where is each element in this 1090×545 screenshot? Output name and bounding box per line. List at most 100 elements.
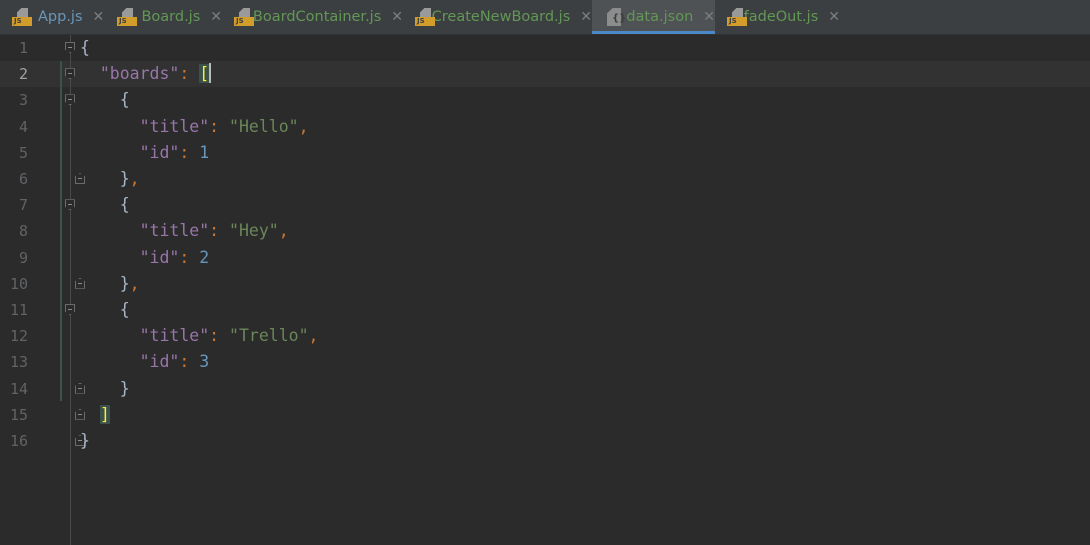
code-line[interactable]: 5 "id": 1 xyxy=(0,140,1090,166)
code-token: , xyxy=(129,273,140,293)
line-number: 11 xyxy=(9,301,28,319)
tab-board-js[interactable]: JS Board.js ✕ xyxy=(105,0,222,34)
code-text: }, xyxy=(80,271,140,297)
code-token: : xyxy=(209,221,230,241)
code-token: 1 xyxy=(199,142,210,162)
code-line[interactable]: 13 "id": 3 xyxy=(0,349,1090,375)
code-text: } xyxy=(80,428,90,454)
tab-boardcontainer-js[interactable]: JS BoardContainer.js ✕ xyxy=(222,0,403,34)
code-editor[interactable]: 1{2 "boards": [3 {4 "title": "Hello", 5 "… xyxy=(0,35,1090,545)
line-number: 7 xyxy=(18,196,28,215)
code-token: : xyxy=(209,326,230,346)
fold-collapse-icon[interactable] xyxy=(65,94,75,106)
code-line[interactable]: 9 "id": 2 xyxy=(0,245,1090,271)
code-token: 3 xyxy=(199,352,210,372)
code-token: 2 xyxy=(199,247,210,267)
fold-collapse-icon[interactable] xyxy=(65,68,75,80)
code-token: , xyxy=(308,326,319,346)
code-line[interactable]: 4 "title": "Hello", xyxy=(0,114,1090,140)
line-number: 16 xyxy=(9,432,28,450)
code-token: "boards" xyxy=(99,64,180,84)
code-text: "id": 1 xyxy=(80,140,210,166)
line-number: 15 xyxy=(9,405,28,424)
code-token: "id" xyxy=(139,352,180,372)
line-number: 8 xyxy=(18,222,28,241)
text-caret xyxy=(209,63,212,84)
tab-label: CreateNewBoard.js xyxy=(431,9,571,25)
json-file-icon: {} xyxy=(604,7,626,27)
code-token: "title" xyxy=(139,116,210,136)
editor-tab-bar: JS App.js ✕ JS Board.js ✕ JS BoardContainer.js ✕… xyxy=(0,0,1090,35)
code-token: : xyxy=(179,352,200,372)
fold-collapse-icon[interactable] xyxy=(65,199,75,211)
code-line[interactable]: 6 }, xyxy=(0,166,1090,192)
tab-fadeout-js[interactable]: JS fadeOut.js ✕ xyxy=(715,0,840,34)
code-text: "id": 2 xyxy=(80,245,210,271)
code-text: "title": "Hello", xyxy=(80,114,309,140)
tab-label: fadeOut.js xyxy=(743,9,819,25)
code-token: , xyxy=(298,116,309,136)
line-number: 5 xyxy=(18,143,28,162)
code-line[interactable]: 15 ] xyxy=(0,402,1090,428)
js-file-icon: JS xyxy=(234,7,254,27)
line-number: 13 xyxy=(9,353,28,372)
tab-label: Board.js xyxy=(141,9,201,25)
tab-app-js[interactable]: JS App.js ✕ xyxy=(0,0,105,34)
close-tab-icon[interactable]: ✕ xyxy=(93,9,105,25)
code-token: "id" xyxy=(139,142,180,162)
tab-data-json[interactable]: {} data.json ✕ xyxy=(592,0,715,34)
code-token: "Hello" xyxy=(229,116,299,136)
code-token: , xyxy=(129,169,140,188)
code-line[interactable]: 11 { xyxy=(0,297,1090,323)
code-line[interactable]: 16} xyxy=(0,428,1090,454)
code-line[interactable]: 7 { xyxy=(0,192,1090,218)
close-tab-icon[interactable]: ✕ xyxy=(703,9,715,25)
code-token: { xyxy=(80,300,130,319)
js-file-icon: JS xyxy=(117,7,137,27)
code-token: { xyxy=(80,90,130,110)
line-number: 12 xyxy=(9,327,28,346)
fold-collapse-icon[interactable] xyxy=(65,304,75,315)
js-file-icon: JS xyxy=(727,7,747,27)
close-tab-icon[interactable]: ✕ xyxy=(391,9,403,25)
code-text: "boards": [ xyxy=(80,61,212,87)
tab-label: data.json xyxy=(626,9,694,25)
code-line[interactable]: 12 "title": "Trello", xyxy=(0,323,1090,349)
code-line[interactable]: 10 }, xyxy=(0,271,1090,297)
fold-collapse-icon[interactable] xyxy=(65,42,75,53)
code-token: [ xyxy=(199,64,210,84)
close-tab-icon[interactable]: ✕ xyxy=(580,9,592,25)
code-token: : xyxy=(179,142,200,162)
close-tab-icon[interactable]: ✕ xyxy=(828,9,840,25)
code-line[interactable]: 3 { xyxy=(0,87,1090,113)
code-text: { xyxy=(80,87,130,113)
code-text: "title": "Trello", xyxy=(80,323,319,349)
code-token: } xyxy=(80,431,90,450)
code-line[interactable]: 1{ xyxy=(0,35,1090,61)
code-line[interactable]: 14 } xyxy=(0,376,1090,402)
code-token: "title" xyxy=(139,221,210,241)
line-number: 10 xyxy=(9,274,28,293)
code-line[interactable]: 2 "boards": [ xyxy=(0,61,1090,87)
code-text: }, xyxy=(80,166,140,192)
code-text: "id": 3 xyxy=(80,349,210,375)
tab-createnewboard-js[interactable]: JS CreateNewBoard.js ✕ xyxy=(403,0,592,34)
code-token: "id" xyxy=(139,247,180,267)
close-tab-icon[interactable]: ✕ xyxy=(210,9,222,25)
code-token: { xyxy=(80,38,90,57)
js-file-icon: JS xyxy=(415,7,435,27)
code-text: ] xyxy=(80,402,110,428)
code-text: } xyxy=(80,376,130,402)
code-text: { xyxy=(80,297,130,323)
line-number: 3 xyxy=(18,91,28,110)
line-number: 4 xyxy=(18,117,28,136)
line-number: 9 xyxy=(18,248,28,267)
code-token: "title" xyxy=(139,326,210,346)
code-text: { xyxy=(80,192,130,218)
code-line[interactable]: 8 "title": "Hey", xyxy=(0,218,1090,244)
